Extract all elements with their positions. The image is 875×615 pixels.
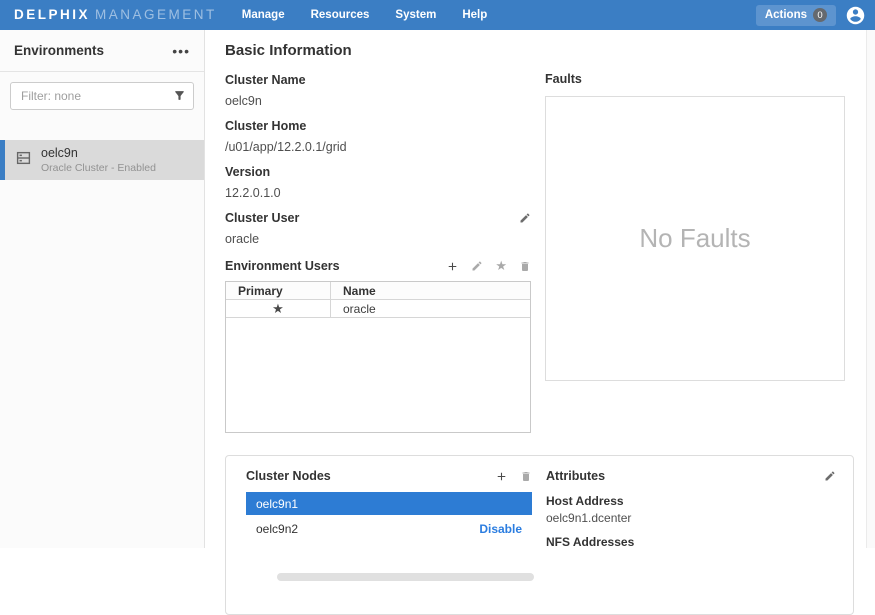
- field-value: oracle: [225, 231, 531, 247]
- attributes-header: Attributes: [546, 469, 836, 483]
- more-options-icon[interactable]: •••: [172, 46, 190, 56]
- node-row-oelc9n2[interactable]: oelc9n2 Disable: [246, 517, 532, 540]
- nav-item-resources[interactable]: Resources: [298, 9, 383, 21]
- node-name: oelc9n1: [256, 497, 298, 511]
- attr-label-host-address: Host Address: [546, 494, 836, 508]
- table-header-row: Primary Name: [226, 282, 530, 300]
- attributes-column: Attributes Host Address oelc9n1.dcenter …: [546, 469, 836, 552]
- field-cluster-home: Cluster Home /u01/app/12.2.0.1/grid: [225, 118, 531, 155]
- delete-user-icon[interactable]: [519, 260, 531, 273]
- environments-sidebar: Environments ••• oelc9n Oracle Cluster -…: [0, 30, 205, 548]
- filter-funnel-icon[interactable]: [173, 89, 186, 107]
- node-list: oelc9n1 oelc9n2 Disable: [246, 492, 532, 540]
- brand-primary-text: DELPHIX: [14, 7, 90, 22]
- cluster-icon: [16, 151, 31, 170]
- add-node-icon[interactable]: [495, 470, 508, 483]
- nav-item-system[interactable]: System: [382, 9, 449, 21]
- app-header: DELPHIX MANAGEMENT Manage Resources Syste…: [0, 0, 875, 30]
- sidebar-header: Environments •••: [0, 30, 204, 72]
- actions-button[interactable]: Actions 0: [756, 5, 836, 26]
- field-cluster-name: Cluster Name oelc9n: [225, 72, 531, 109]
- basic-info-column: Cluster Name oelc9n Cluster Home /u01/ap…: [225, 72, 531, 433]
- cluster-nodes-toolbar: [495, 470, 532, 483]
- main-content: Basic Information Cluster Name oelc9n Cl…: [205, 30, 866, 548]
- faults-empty-state: No Faults: [639, 223, 750, 254]
- disable-node-link[interactable]: Disable: [479, 522, 522, 536]
- node-name: oelc9n2: [256, 522, 298, 536]
- field-label: Cluster Home: [225, 118, 531, 134]
- node-list-horizontal-scrollbar[interactable]: [277, 573, 534, 581]
- environment-item-subtitle: Oracle Cluster - Enabled: [41, 162, 156, 174]
- field-value: 12.2.0.1.0: [225, 185, 531, 201]
- field-label: Cluster User: [225, 210, 531, 226]
- attr-label-nfs-addresses: NFS Addresses: [546, 535, 836, 549]
- filter-field-wrap: [10, 82, 194, 110]
- attr-value-host-address: oelc9n1.dcenter: [546, 511, 836, 525]
- cluster-nodes-header: Cluster Nodes: [246, 469, 532, 483]
- page-title: Basic Information: [225, 42, 352, 59]
- filter-input[interactable]: [10, 82, 194, 110]
- user-name-cell: oracle: [331, 300, 530, 317]
- environment-users-toolbar: ★: [446, 260, 531, 273]
- field-cluster-user: Cluster User oracle: [225, 210, 531, 247]
- faults-box: No Faults: [545, 96, 845, 381]
- user-account-icon[interactable]: [845, 5, 866, 26]
- field-value: oelc9n: [225, 93, 531, 109]
- top-nav: Manage Resources System Help: [229, 9, 500, 21]
- environment-item-title: oelc9n: [41, 146, 156, 160]
- table-row[interactable]: ★ oracle: [226, 300, 530, 318]
- environment-users-table: Primary Name ★ oracle: [225, 281, 531, 433]
- cluster-nodes-column: Cluster Nodes oelc9n1 oelc9n2 Disable: [246, 469, 532, 542]
- field-value: /u01/app/12.2.0.1/grid: [225, 139, 531, 155]
- column-header-name: Name: [331, 282, 530, 299]
- field-version: Version 12.2.0.1.0: [225, 164, 531, 201]
- sidebar-title: Environments: [14, 43, 104, 58]
- faults-title: Faults: [545, 72, 845, 86]
- faults-section: Faults No Faults: [545, 72, 845, 381]
- actions-count-badge: 0: [813, 8, 827, 22]
- field-label: Cluster Name: [225, 72, 531, 88]
- edit-cluster-user-icon[interactable]: [519, 212, 531, 224]
- cluster-nodes-title: Cluster Nodes: [246, 469, 331, 483]
- delphix-logo: DELPHIX MANAGEMENT: [14, 6, 217, 24]
- environment-users-title: Environment Users: [225, 259, 340, 273]
- nav-item-help[interactable]: Help: [449, 9, 500, 21]
- delete-node-icon[interactable]: [520, 470, 532, 483]
- node-row-oelc9n1[interactable]: oelc9n1: [246, 492, 532, 515]
- set-primary-user-icon[interactable]: ★: [495, 260, 507, 272]
- environment-list-item[interactable]: oelc9n Oracle Cluster - Enabled: [0, 140, 204, 180]
- actions-button-label: Actions: [765, 9, 807, 21]
- field-label: Version: [225, 164, 531, 180]
- edit-user-icon[interactable]: [471, 260, 483, 272]
- edit-attributes-icon[interactable]: [824, 470, 836, 482]
- brand-secondary-text: MANAGEMENT: [95, 7, 217, 22]
- environment-users-header: Environment Users ★: [225, 259, 531, 273]
- attributes-title: Attributes: [546, 469, 605, 483]
- nav-item-manage[interactable]: Manage: [229, 9, 298, 21]
- vertical-scrollbar-track[interactable]: [866, 30, 875, 548]
- column-header-primary: Primary: [226, 282, 331, 299]
- primary-star-icon: ★: [272, 301, 284, 317]
- add-user-icon[interactable]: [446, 260, 459, 273]
- cluster-nodes-card: Cluster Nodes oelc9n1 oelc9n2 Disable: [225, 455, 854, 615]
